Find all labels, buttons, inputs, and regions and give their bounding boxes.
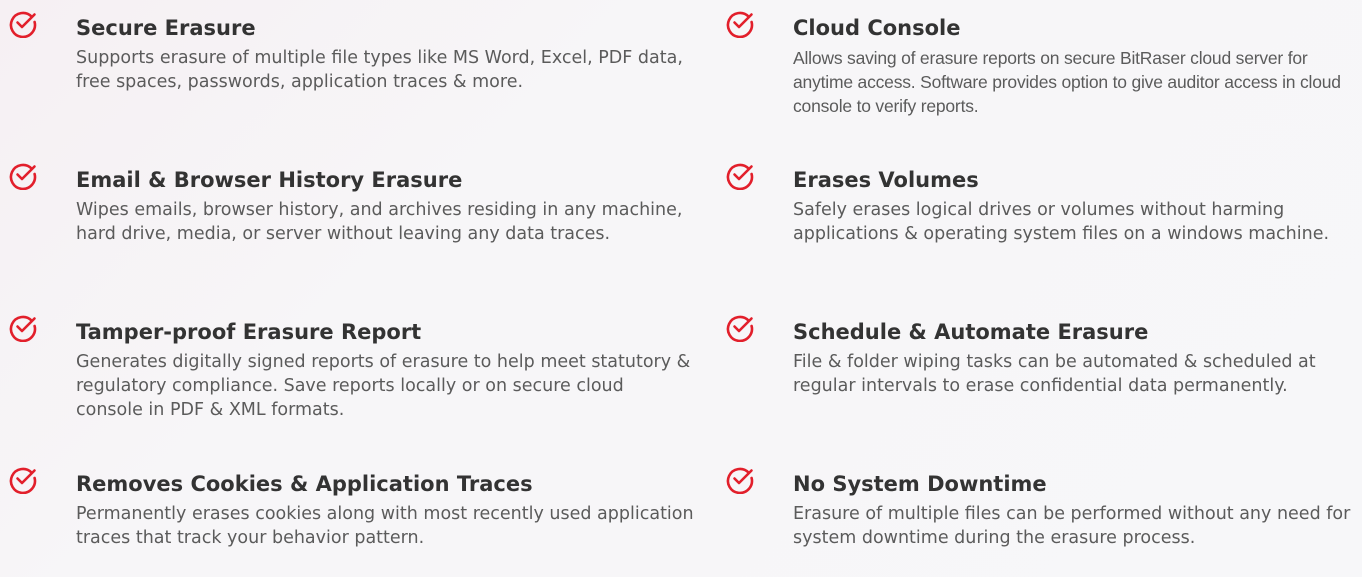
feature-description: Wipes emails, browser history, and archi… — [76, 200, 683, 244]
check-circle-icon — [725, 160, 755, 190]
check-circle-icon — [8, 160, 38, 190]
feature-title: Cloud Console — [793, 16, 961, 40]
feature-title: Removes Cookies & Application Traces — [76, 472, 533, 496]
feature-title: Email & Browser History Erasure — [76, 168, 463, 192]
feature-title: Tamper-proof Erasure Report — [76, 320, 422, 344]
feature-description: File & folder wiping tasks can be automa… — [793, 352, 1316, 396]
feature-title: Erases Volumes — [793, 168, 979, 192]
check-circle-icon — [8, 8, 38, 38]
feature-description: Permanently erases cookies along with mo… — [76, 504, 694, 548]
feature-description: Supports erasure of multiple file types … — [76, 48, 683, 92]
feature-title: Secure Erasure — [76, 16, 256, 40]
check-circle-icon — [725, 464, 755, 494]
feature-description: Erasure of multiple files can be perform… — [793, 504, 1351, 548]
feature-description: Generates digitally signed reports of er… — [76, 352, 691, 420]
feature-description: Safely erases logical drives or volumes … — [793, 200, 1330, 244]
check-circle-icon — [8, 464, 38, 494]
feature-title: No System Downtime — [793, 472, 1047, 496]
check-circle-icon — [8, 312, 38, 342]
feature-title: Schedule & Automate Erasure — [793, 320, 1149, 344]
check-circle-icon — [725, 312, 755, 342]
feature-description: Allows saving of erasure reports on secu… — [793, 48, 1341, 116]
check-circle-icon — [725, 8, 755, 38]
